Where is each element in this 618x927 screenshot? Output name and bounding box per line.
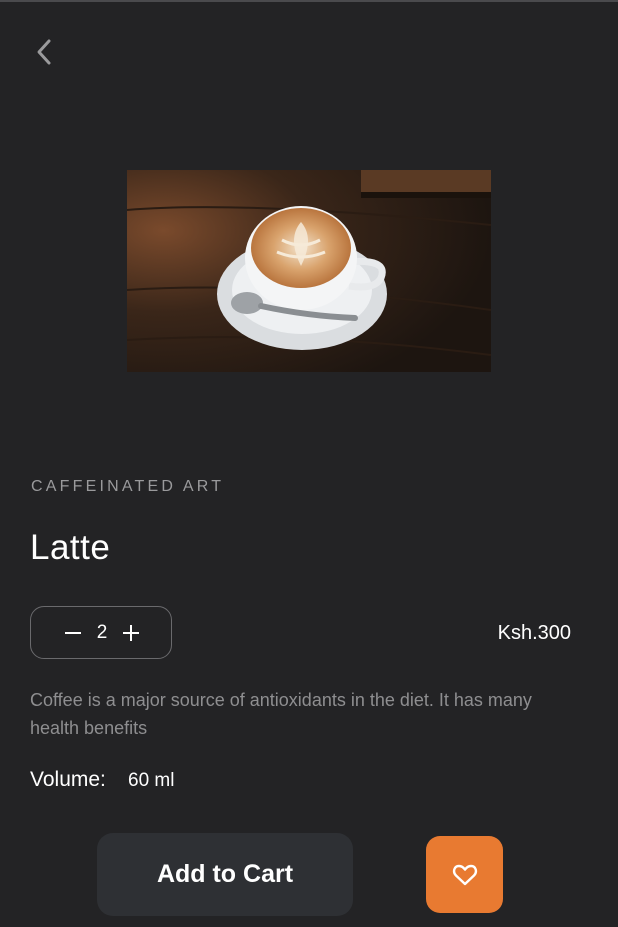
product-description: Coffee is a major source of antioxidants… xyxy=(30,690,532,738)
product-category: CAFFEINATED ART xyxy=(31,478,225,495)
favorite-button[interactable] xyxy=(426,836,503,913)
add-to-cart-label: Add to Cart xyxy=(156,860,294,888)
product-title: Latte xyxy=(30,528,111,567)
chevron-left-icon xyxy=(37,39,51,65)
plus-icon xyxy=(123,625,139,641)
heart-icon xyxy=(452,864,477,885)
volume-value: 60 ml xyxy=(128,770,175,791)
back-button[interactable] xyxy=(26,34,62,70)
minus-icon xyxy=(65,632,81,634)
top-divider xyxy=(0,0,618,2)
product-price: Ksh.300 xyxy=(497,622,571,644)
quantity-stepper: 2 xyxy=(30,606,172,659)
increase-quantity-button[interactable] xyxy=(118,620,144,646)
product-image xyxy=(127,170,491,372)
add-to-cart-button[interactable]: Add to Cart xyxy=(97,833,353,916)
quantity-value: 2 xyxy=(96,622,108,643)
volume-label: Volume: xyxy=(30,768,106,791)
decrease-quantity-button[interactable] xyxy=(60,620,86,646)
